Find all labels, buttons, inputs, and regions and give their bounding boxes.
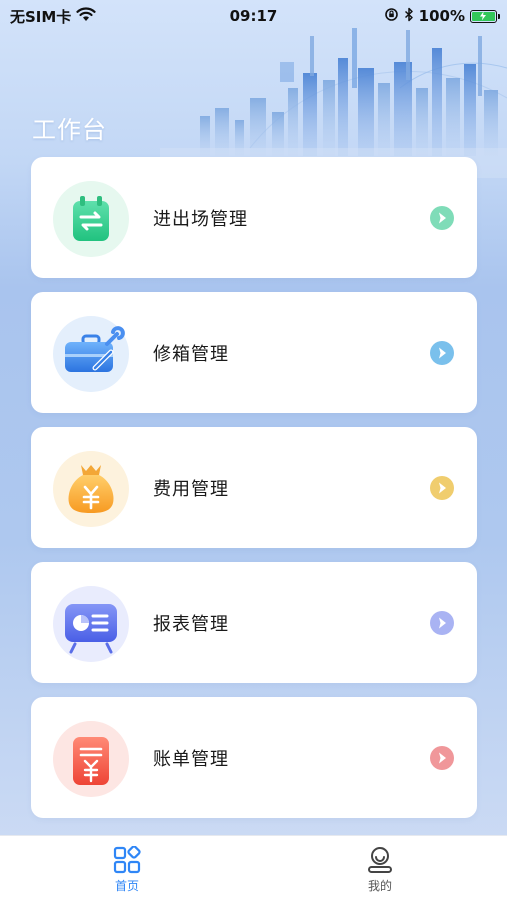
chevron-right-icon <box>430 340 454 365</box>
user-icon <box>366 846 394 874</box>
toolbox-icon <box>53 316 129 392</box>
orientation-lock-icon <box>384 7 399 26</box>
menu-item-report[interactable]: 报表管理 <box>31 562 477 683</box>
workbench-menu: 进出场管理 修箱管理 费用管理 报表管理 账单管理 <box>31 157 477 832</box>
tab-mine[interactable]: 我的 <box>315 836 445 900</box>
chevron-right-icon <box>430 205 454 230</box>
money-bag-icon <box>53 451 129 527</box>
page-title: 工作台 <box>32 116 107 144</box>
chevron-right-icon <box>430 475 454 500</box>
bottom-tab-bar: 首页 我的 <box>0 835 507 900</box>
menu-item-bill[interactable]: 账单管理 <box>31 697 477 818</box>
battery-icon <box>470 9 500 23</box>
menu-label: 费用管理 <box>153 478 229 500</box>
battery-percent: 100% <box>418 7 465 25</box>
status-left: 无SIM卡 <box>10 6 96 27</box>
menu-label: 进出场管理 <box>153 208 248 230</box>
chevron-right-icon <box>430 610 454 635</box>
tab-home[interactable]: 首页 <box>62 836 192 900</box>
menu-item-repair[interactable]: 修箱管理 <box>31 292 477 413</box>
menu-item-fee[interactable]: 费用管理 <box>31 427 477 548</box>
report-board-icon <box>53 586 129 662</box>
bill-icon <box>53 721 129 797</box>
city-skyline-illustration <box>160 28 507 178</box>
app-screen: 无SIM卡 09:17 100% 工作台 进出场管理 修箱管理 费用管理 报表管… <box>0 0 507 900</box>
menu-label: 账单管理 <box>153 748 229 770</box>
menu-label: 报表管理 <box>153 613 229 635</box>
carrier-text: 无SIM卡 <box>10 7 72 26</box>
menu-item-in-out[interactable]: 进出场管理 <box>31 157 477 278</box>
wifi-icon <box>76 6 96 26</box>
tab-home-label: 首页 <box>114 879 139 893</box>
tab-mine-label: 我的 <box>367 879 392 893</box>
bluetooth-icon <box>404 7 414 26</box>
chevron-right-icon <box>430 745 454 770</box>
menu-label: 修箱管理 <box>153 343 229 365</box>
status-right: 100% <box>384 7 500 26</box>
in-out-icon <box>53 181 129 257</box>
home-grid-icon <box>113 845 141 874</box>
